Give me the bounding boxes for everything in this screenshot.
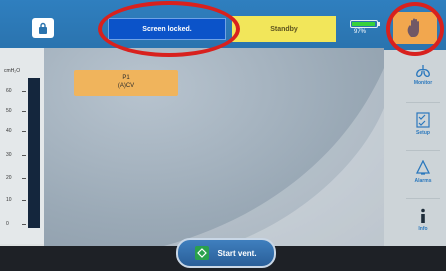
mode-name: (A)CV (117, 83, 135, 89)
battery-icon (350, 20, 378, 28)
sidebar-item-setup[interactable]: Setup (406, 102, 440, 144)
screen-locked-message: Screen locked. (108, 18, 226, 40)
sidebar-menu: Monitor Setup Alarms Info (384, 50, 446, 246)
ventilator-screen: Screen locked. Standby 97% cmH₂O 60 50 4… (0, 0, 446, 271)
pressure-bar (28, 78, 40, 228)
lungs-icon (416, 65, 430, 78)
mode-profile: P1 (122, 75, 130, 82)
status-bar: Screen locked. Standby 97% (0, 0, 446, 50)
pressure-scale: cmH₂O 60 50 40 30 20 10 0 (0, 48, 44, 244)
sidebar-label: Monitor (413, 80, 433, 86)
hand-icon (407, 18, 419, 37)
start-ventilation-button[interactable]: Start vent. (176, 238, 276, 268)
sidebar-label: Info (418, 225, 428, 232)
battery-fill (352, 22, 375, 26)
sidebar-label: Setup (416, 129, 430, 136)
standby-status: Standby (232, 16, 336, 42)
scale-tick: 60 (6, 88, 26, 94)
scale-tick: 20 (6, 175, 26, 181)
main-display: P1 (A)CV (44, 48, 384, 246)
checklist-icon (416, 111, 430, 128)
sidebar-item-info[interactable]: Info (406, 198, 440, 240)
scale-tick: 30 (6, 152, 26, 158)
sidebar-label: Alarms (414, 177, 432, 184)
scale-tick: 0 (6, 221, 26, 227)
ventilation-mode-tile[interactable]: P1 (A)CV (74, 70, 178, 96)
scale-tick: 10 (6, 197, 26, 203)
start-label: Start vent. (217, 248, 257, 258)
sidebar-item-alarms[interactable]: Alarms (406, 150, 440, 192)
battery-indicator: 97% (350, 18, 382, 38)
bell-icon (415, 159, 431, 175)
scale-tick: 50 (6, 108, 26, 114)
start-icon (195, 246, 210, 260)
sidebar-item-monitor[interactable]: Monitor (406, 54, 440, 96)
manual-mode-button[interactable] (393, 12, 437, 44)
battery-tip (378, 22, 380, 26)
info-icon (421, 208, 425, 223)
lock-icon (39, 22, 47, 34)
battery-percent: 97% (354, 29, 367, 35)
scale-tick: 40 (6, 128, 26, 134)
pressure-unit: cmH₂O (4, 68, 21, 74)
lock-button[interactable] (32, 18, 54, 38)
